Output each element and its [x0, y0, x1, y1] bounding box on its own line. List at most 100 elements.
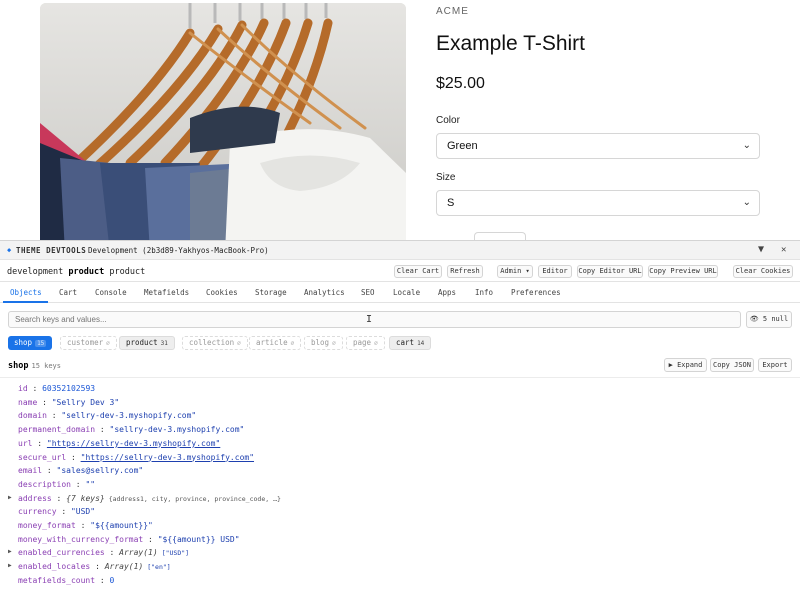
chip-customer[interactable]: customer ∅ — [60, 336, 117, 350]
tree-key: url — [18, 438, 33, 448]
refresh-button[interactable]: Refresh — [447, 265, 483, 278]
tree-key: metafields_count — [18, 575, 96, 585]
size-label: Size — [436, 172, 456, 183]
tree-value: "${{amount}} USD" — [157, 534, 240, 544]
storefront: ACME Example T-Shirt $25.00 Color Green … — [0, 0, 800, 240]
tree-key: description — [18, 479, 71, 489]
expand-caret-icon[interactable]: ▶ — [8, 494, 12, 501]
tree-value: "USD" — [70, 507, 96, 517]
chip-count: 31 — [160, 340, 168, 347]
chip-count: ∅ — [237, 340, 241, 347]
environment-label: Development (2b3d89-Yakhyos-MacBook-Pro) — [88, 246, 269, 255]
section-title: shop — [8, 361, 29, 371]
search-input[interactable] — [8, 311, 741, 328]
context-template: product — [68, 267, 105, 277]
tab-cart[interactable]: Cart — [59, 288, 77, 297]
clear-cookies-button[interactable]: Clear Cookies — [733, 265, 793, 278]
tree-separator: : — [37, 397, 52, 407]
clear-cart-button[interactable]: Clear Cart — [394, 265, 442, 278]
expand-button[interactable]: ▶ Expand — [664, 358, 707, 372]
tree-separator: : — [75, 521, 91, 530]
tab-storage[interactable]: Storage — [255, 288, 287, 297]
tab-seo[interactable]: SEO — [361, 288, 375, 297]
tree-row: currency : "USD" — [18, 507, 95, 516]
tree-row[interactable]: ▶ address : {7 keys} {address1, city, prov… — [8, 493, 281, 503]
copy-editor-url-button[interactable]: Copy Editor URL — [577, 265, 643, 278]
tree-value[interactable]: "https://sellry-dev-3.myshopify.com" — [81, 453, 254, 462]
null-toggle-button[interactable]: 👁 5 null — [746, 311, 792, 328]
tree-value: Array(1) — [104, 562, 144, 572]
size-select[interactable]: S ⌄ — [436, 190, 760, 216]
color-select[interactable]: Green ⌄ — [436, 133, 760, 159]
chip-count: 14 — [417, 340, 425, 347]
chip-cart[interactable]: cart 14 — [389, 336, 432, 350]
close-icon[interactable]: ✕ — [781, 245, 786, 255]
tab-console[interactable]: Console — [95, 288, 127, 297]
quantity-field[interactable] — [474, 232, 526, 240]
chip-count: ∅ — [374, 340, 378, 347]
export-button[interactable]: Export — [758, 358, 792, 372]
devtools-titlebar: ◆ THEME DEVTOOLS Development (2b3d89-Yak… — [0, 241, 800, 260]
devtools-brand: THEME DEVTOOLS — [16, 246, 87, 255]
copy-preview-url-button[interactable]: Copy Preview URL — [648, 265, 718, 278]
tree-key: id — [18, 384, 28, 393]
tree-separator: : — [143, 534, 158, 544]
tree-key: currency — [18, 507, 57, 517]
tree-row[interactable]: ▶ enabled_locales : Array(1) ["en"] — [8, 562, 171, 572]
expand-caret-icon[interactable]: ▶ — [8, 562, 12, 569]
tab-preferences[interactable]: Preferences — [511, 288, 561, 297]
chip-collection[interactable]: collection ∅ — [182, 336, 248, 350]
editor-button[interactable]: Editor — [538, 265, 572, 278]
tab-analytics[interactable]: Analytics — [304, 288, 345, 297]
admin-dropdown-button[interactable]: Admin ▾ — [497, 265, 533, 278]
diamond-icon: ◆ — [7, 246, 12, 254]
filter-icon[interactable]: ▼ — [758, 244, 764, 255]
tree-key: enabled_locales — [18, 562, 91, 572]
chip-product[interactable]: product 31 — [119, 336, 175, 350]
chevron-down-icon: ⌄ — [742, 197, 751, 208]
section-key-count: 15 keys — [31, 362, 61, 370]
object-tree: id : 60352102593 name : "Sellry Dev 3" dom… — [0, 377, 800, 585]
text-cursor-icon: I — [366, 314, 373, 325]
tree-value[interactable]: "https://sellry-dev-3.myshopify.com" — [47, 439, 220, 448]
chip-shop[interactable]: shop 15 — [8, 336, 53, 350]
tree-value: {7 keys} — [66, 493, 105, 503]
chip-label: cart — [396, 338, 415, 347]
tab-cookies[interactable]: Cookies — [206, 288, 238, 297]
tree-key: secure_url — [18, 452, 67, 462]
tree-value: "sellry-dev-3.myshopify.com" — [109, 425, 245, 435]
chip-label: page — [353, 338, 372, 347]
copy-json-button[interactable]: Copy JSON — [710, 358, 754, 372]
tree-key: enabled_currencies — [18, 548, 105, 558]
tree-key: money_with_currency_format — [18, 534, 144, 544]
tab-metafields[interactable]: Metafields — [144, 288, 189, 297]
chip-blog[interactable]: blog ∅ — [304, 336, 343, 350]
tree-key: domain — [18, 411, 47, 421]
tab-objects[interactable]: Objects — [10, 288, 42, 297]
tab-info[interactable]: Info — [475, 288, 493, 297]
tree-separator: : — [51, 493, 67, 503]
chip-label: shop — [14, 338, 33, 347]
tree-key: name — [18, 397, 38, 407]
tree-value: "sales@sellry.com" — [56, 466, 144, 476]
tab-apps[interactable]: Apps — [438, 288, 456, 297]
expand-caret-icon[interactable]: ▶ — [8, 548, 12, 555]
chip-count: 15 — [35, 340, 47, 347]
eye-off-icon: 👁 — [749, 315, 759, 323]
tree-separator: : — [70, 479, 86, 489]
product-image[interactable] — [40, 3, 406, 240]
tree-row: id : 60352102593 — [18, 384, 95, 393]
chip-article[interactable]: article ∅ — [249, 336, 302, 350]
tree-row: name : "Sellry Dev 3" — [18, 398, 119, 407]
chip-count: ∅ — [290, 340, 295, 347]
tree-row: domain : "sellry-dev-3.myshopify.com" — [18, 411, 196, 420]
color-select-value: Green — [447, 140, 478, 152]
tree-value: "" — [85, 479, 96, 489]
tab-locale[interactable]: Locale — [393, 288, 420, 297]
tree-row[interactable]: ▶ enabled_currencies : Array(1) ["USD"] — [8, 548, 190, 558]
tree-separator: : — [104, 548, 120, 558]
tree-value: 60352102593 — [42, 384, 96, 393]
tree-preview: ["USD"] — [161, 549, 190, 558]
chip-page[interactable]: page ∅ — [346, 336, 385, 350]
tree-separator: : — [95, 575, 110, 585]
